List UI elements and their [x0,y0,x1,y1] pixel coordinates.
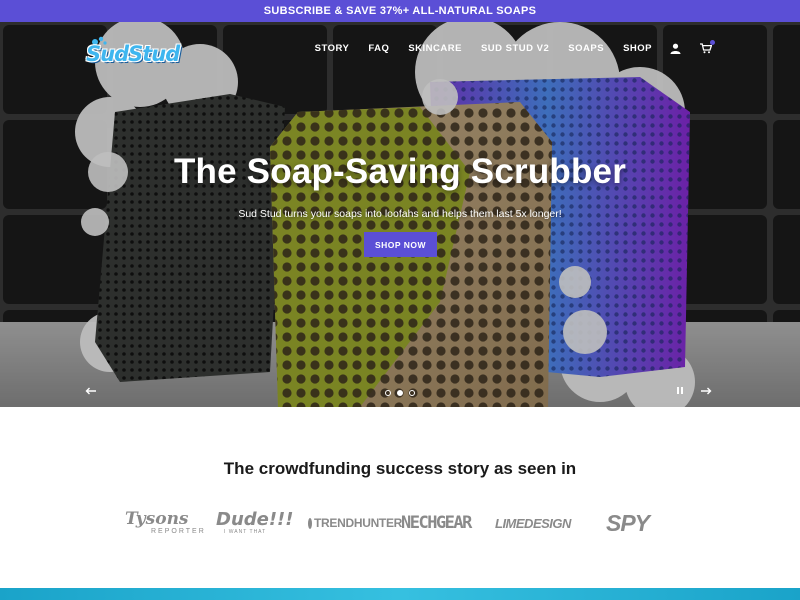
nav-item-skincare[interactable]: SKINCARE [408,43,462,54]
hero-title: The Soap-Saving Scrubber [173,152,627,191]
prev-slide-arrow-icon[interactable] [83,384,99,398]
announcement-text[interactable]: SUBSCRIBE & SAVE 37%+ ALL-NATURAL SOAPS [264,5,537,17]
next-slide-arrow-icon[interactable] [698,384,714,398]
main-nav: STORY FAQ SKINCARE SUD STUD V2 SOAPS SHO… [296,40,715,55]
slide-dots [385,390,415,396]
slide-dot-2[interactable] [397,390,403,396]
nav-item-faq[interactable]: FAQ [368,43,389,54]
nav-item-soaps[interactable]: SOAPS [568,43,604,54]
cart-icon[interactable] [699,40,715,55]
press-logo-dude-i-want-that[interactable]: Dude!!! I WANT THAT [216,505,308,541]
cart-count-badge [710,40,715,45]
press-logo-tysons-reporter[interactable]: Tysons REPORTER [125,505,215,541]
logo-text[interactable]: SudStud [86,42,180,66]
hero-subtitle: Sud Stud turns your soaps into loofahs a… [238,208,562,220]
footer-color-strip [0,588,800,600]
press-logo-spy[interactable]: SPY [606,505,666,541]
press-logo-limedesign[interactable]: LIMEDESIGN [495,505,587,541]
site-logo[interactable]: SudStud [86,36,180,74]
nav-item-shop[interactable]: SHOP [623,43,652,54]
shop-now-button[interactable]: SHOP NOW [364,232,437,257]
press-heading: The crowdfunding success story as seen i… [223,459,577,478]
trendhunter-mark-icon [308,517,312,529]
announcement-bar[interactable]: SUBSCRIBE & SAVE 37%+ ALL-NATURAL SOAPS [0,0,800,22]
slide-dot-1[interactable] [385,390,391,396]
nav-item-sud-stud-v2[interactable]: SUD STUD V2 [481,43,549,54]
user-icon[interactable] [669,42,682,55]
press-logo-trendhunter[interactable]: TRENDHUNTER [308,505,402,541]
slide-dot-3[interactable] [409,390,415,396]
hero-slideshow: SudStud STORY FAQ SKINCARE SUD STUD V2 S… [0,22,800,407]
press-logos: Tysons REPORTER Dude!!! I WANT THAT TREN… [0,505,800,541]
pause-icon[interactable] [675,387,685,397]
nav-item-story[interactable]: STORY [315,43,350,54]
press-logo-nechgear[interactable]: NECHGEAR [401,505,493,541]
